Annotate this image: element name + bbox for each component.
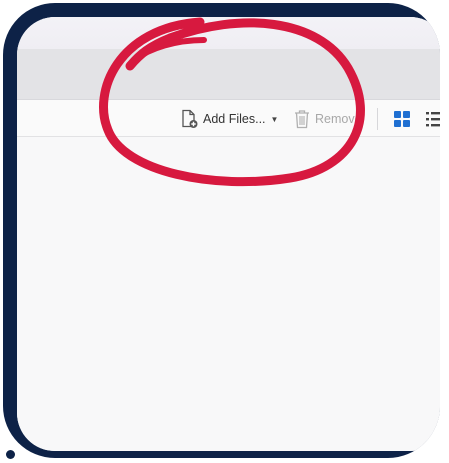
grid-view-icon: [394, 111, 410, 127]
chevron-down-icon: ▼: [270, 114, 279, 124]
list-view-button[interactable]: [425, 108, 440, 130]
grid-view-button[interactable]: [393, 108, 411, 130]
app-window: Add Files... ▼ Remove: [17, 17, 440, 451]
remove-button[interactable]: Remove: [293, 108, 362, 130]
bullet-dot: [6, 450, 15, 459]
remove-label: Remove: [315, 112, 362, 126]
toolbar-divider: [377, 108, 378, 130]
add-file-icon: [182, 109, 198, 128]
header-bar: [17, 49, 440, 100]
toolbar: Add Files... ▼ Remove: [17, 100, 440, 137]
list-view-icon: [426, 112, 440, 127]
screenshot-frame: Add Files... ▼ Remove: [3, 3, 440, 458]
title-strip: [17, 17, 440, 49]
trash-icon: [295, 110, 309, 129]
file-list-area[interactable]: [17, 137, 440, 451]
add-files-button[interactable]: Add Files... ▼: [179, 108, 278, 130]
add-files-label: Add Files...: [203, 112, 266, 126]
